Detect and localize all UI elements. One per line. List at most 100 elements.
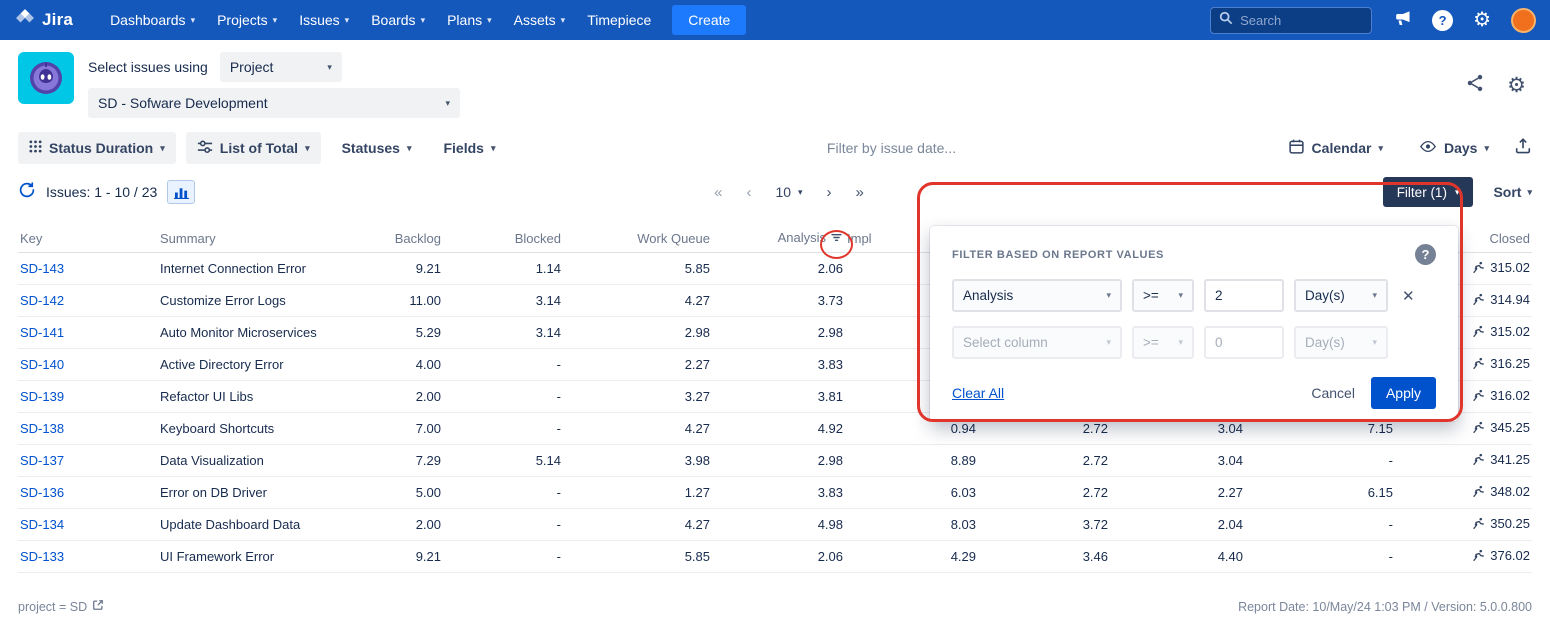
filter-unit-select[interactable]: Day(s)▾ (1294, 279, 1388, 312)
chevron-down-icon: ▾ (191, 16, 196, 25)
duration-cell: 3.83 (712, 348, 845, 380)
filter-value-input[interactable] (1204, 279, 1284, 312)
nav-projects[interactable]: Projects▾ (206, 0, 288, 40)
search-input[interactable] (1240, 13, 1350, 28)
help-icon[interactable]: ? (1415, 244, 1436, 265)
nav-plans[interactable]: Plans▾ (436, 0, 503, 40)
cancel-button[interactable]: Cancel (1311, 385, 1355, 401)
duration-cell: 5.14 (443, 444, 563, 476)
table-row: SD-136 Error on DB Driver 5.00 - 1.27 3.… (18, 476, 1532, 508)
export-icon[interactable] (1514, 137, 1532, 160)
duration-cell: 5.85 (563, 540, 712, 572)
page-first-button[interactable]: « (714, 184, 722, 201)
issue-source-select[interactable]: Project▾ (220, 52, 342, 82)
clear-all-link[interactable]: Clear All (952, 385, 1004, 401)
chevron-down-icon: ▾ (1527, 188, 1532, 197)
calendar-select[interactable]: Calendar▾ (1277, 132, 1394, 164)
issue-key-link[interactable]: SD-137 (20, 453, 64, 468)
duration-cell: - (443, 412, 563, 444)
jira-logo[interactable]: Jira (14, 7, 73, 34)
duration-cell: 4.27 (563, 508, 712, 540)
filter-value-input-disabled (1204, 326, 1284, 359)
runner-icon (1472, 389, 1485, 405)
sort-button[interactable]: Sort▾ (1493, 184, 1532, 200)
calendar-icon (1288, 138, 1305, 158)
duration-cell: 4.27 (563, 284, 712, 316)
col-header-backlog[interactable]: Backlog (358, 226, 443, 252)
col-header-summary[interactable]: Summary (158, 226, 358, 252)
filter-popup-title: FILTER BASED ON REPORT VALUES (952, 249, 1164, 261)
issue-key-link[interactable]: SD-138 (20, 421, 64, 436)
duration-cell: 2.27 (1110, 476, 1245, 508)
select-issues-label: Select issues using (88, 59, 208, 75)
issue-summary: Internet Connection Error (158, 252, 358, 284)
duration-cell: 4.00 (358, 348, 443, 380)
date-filter-input[interactable]: Filter by issue date... (516, 140, 1266, 156)
global-search[interactable] (1210, 7, 1372, 34)
runner-icon (1472, 421, 1485, 437)
closed-value: 314.94 (1490, 292, 1530, 307)
page-last-button[interactable]: » (856, 184, 864, 201)
filter-operator-select[interactable]: >=▾ (1132, 279, 1194, 312)
page-next-button[interactable]: › (827, 184, 832, 201)
issue-key-link[interactable]: SD-143 (20, 261, 64, 276)
nav-issues[interactable]: Issues▾ (288, 0, 360, 40)
nav-timepiece[interactable]: Timepiece (576, 0, 662, 40)
issue-key-link[interactable]: SD-136 (20, 485, 64, 500)
chevron-down-icon: ▾ (487, 16, 492, 25)
view-mode-select[interactable]: List of Total▾ (186, 132, 321, 164)
help-icon[interactable]: ? (1432, 10, 1453, 31)
col-header-work-queue[interactable]: Work Queue (563, 226, 712, 252)
issue-key-link[interactable]: SD-133 (20, 549, 64, 564)
duration-cell: 2.27 (563, 348, 712, 380)
issue-key-link[interactable]: SD-134 (20, 517, 64, 532)
duration-cell: 4.27 (563, 412, 712, 444)
megaphone-icon[interactable] (1392, 8, 1412, 33)
page-prev-button[interactable]: ‹ (746, 184, 751, 201)
nav-dashboards[interactable]: Dashboards▾ (99, 0, 206, 40)
project-select[interactable]: SD - Sofware Development▾ (88, 88, 460, 118)
page-size-select[interactable]: 10▾ (775, 184, 802, 200)
duration-cell: 8.89 (845, 444, 978, 476)
fields-select[interactable]: Fields▾ (432, 132, 506, 164)
col-header-blocked[interactable]: Blocked (443, 226, 563, 252)
settings-icon[interactable]: ⚙ (1507, 75, 1526, 96)
closed-value: 315.02 (1490, 260, 1530, 275)
jira-logo-icon (14, 7, 36, 34)
col-header-key[interactable]: Key (18, 226, 158, 252)
closed-cell: 341.25 (1395, 444, 1532, 476)
filter-column-select[interactable]: Analysis▾ (952, 279, 1122, 312)
duration-cell: 5.00 (358, 476, 443, 508)
duration-cell: 3.46 (978, 540, 1110, 572)
col-header-analysis[interactable]: Analysis (712, 226, 845, 252)
create-button[interactable]: Create (672, 5, 746, 35)
issue-key-link[interactable]: SD-140 (20, 357, 64, 372)
issue-key-link[interactable]: SD-142 (20, 293, 64, 308)
unit-select[interactable]: Days▾ (1408, 132, 1500, 164)
issues-count: Issues: 1 - 10 / 23 (46, 184, 157, 200)
report-type-select[interactable]: Status Duration▾ (18, 132, 176, 164)
issue-summary: Customize Error Logs (158, 284, 358, 316)
refresh-icon[interactable] (18, 181, 36, 204)
external-link-icon[interactable] (92, 599, 104, 614)
filter-column-select-disabled: Select column▾ (952, 326, 1122, 359)
avatar[interactable] (1511, 8, 1536, 33)
duration-cell: - (1245, 444, 1395, 476)
apply-button[interactable]: Apply (1371, 377, 1436, 409)
gear-icon[interactable]: ⚙ (1473, 10, 1491, 30)
duration-cell: - (443, 348, 563, 380)
issue-key-link[interactable]: SD-139 (20, 389, 64, 404)
filter-button[interactable]: Filter (1)▾ (1383, 177, 1474, 207)
runner-icon (1472, 325, 1485, 341)
duration-cell: 3.73 (712, 284, 845, 316)
chart-icon[interactable] (167, 180, 195, 204)
issue-key-link[interactable]: SD-141 (20, 325, 64, 340)
duration-cell: 4.98 (712, 508, 845, 540)
share-icon[interactable] (1465, 73, 1485, 98)
statuses-select[interactable]: Statuses▾ (331, 132, 423, 164)
nav-boards[interactable]: Boards▾ (360, 0, 436, 40)
nav-assets[interactable]: Assets▾ (503, 0, 577, 40)
filter-icon[interactable] (830, 231, 843, 247)
duration-cell: 5.29 (358, 316, 443, 348)
close-icon[interactable]: ✕ (1402, 287, 1415, 305)
